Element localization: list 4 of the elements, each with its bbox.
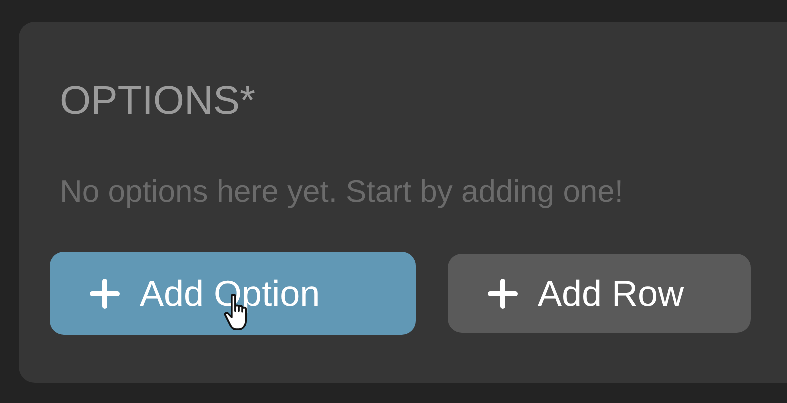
plus-icon	[90, 278, 120, 308]
plus-icon	[488, 278, 518, 308]
panel-title: OPTIONS*	[60, 78, 257, 124]
add-row-button[interactable]: Add Row	[448, 254, 751, 333]
